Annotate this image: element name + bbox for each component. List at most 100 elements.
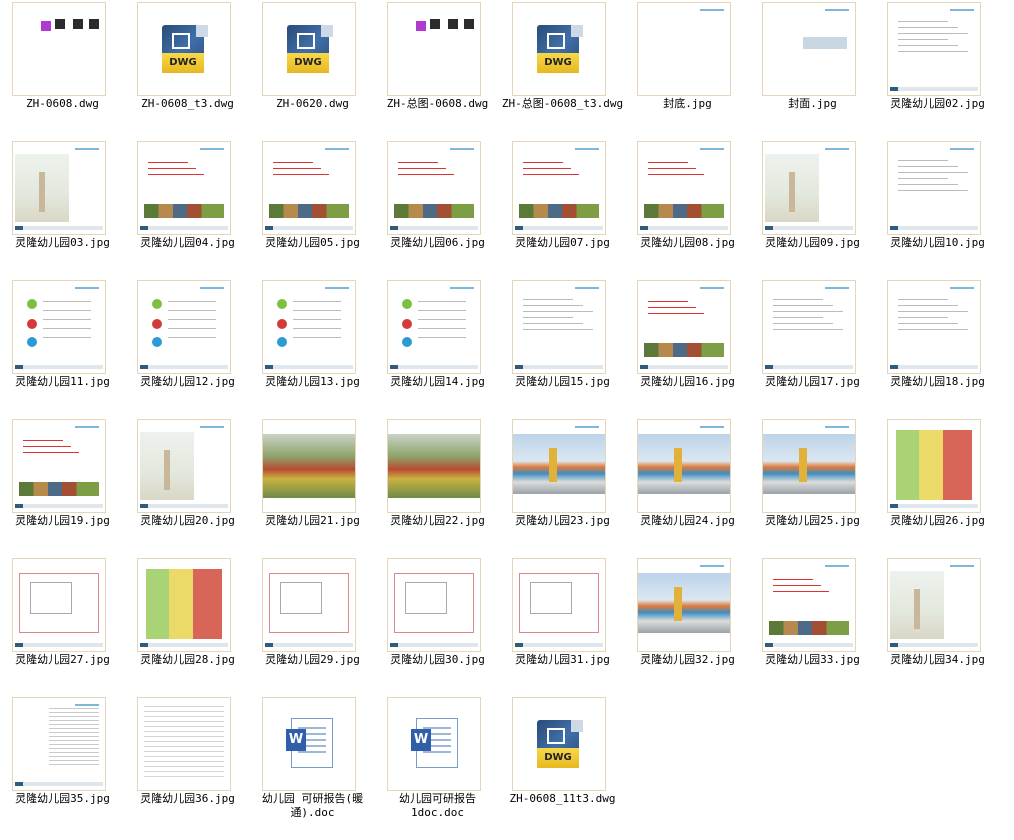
file-item[interactable]: 灵隆幼儿园34.jpg xyxy=(875,556,1000,691)
file-item[interactable]: 灵隆幼儿园24.jpg xyxy=(625,417,750,552)
aerial-render-image xyxy=(263,434,355,498)
thumbnail xyxy=(762,280,856,374)
page-footer-strip xyxy=(890,504,978,508)
file-name-label: ZH-0608.dwg xyxy=(26,97,99,110)
text-line xyxy=(523,305,583,306)
page-footer-strip xyxy=(390,643,478,647)
header-mark xyxy=(75,287,99,289)
word-icon-tag: W xyxy=(411,729,431,751)
file-item[interactable]: DWG ZH-0608_t3.dwg xyxy=(125,0,250,135)
page-footer-strip xyxy=(515,643,603,647)
thumbnail xyxy=(12,2,106,96)
file-item[interactable]: 灵隆幼儿园31.jpg xyxy=(500,556,625,691)
page-footer-strip xyxy=(890,643,978,647)
file-item[interactable]: 灵隆幼儿园25.jpg xyxy=(750,417,875,552)
thumbnail xyxy=(637,419,731,513)
header-mark xyxy=(950,9,974,11)
file-item[interactable]: 灵隆幼儿园32.jpg xyxy=(625,556,750,691)
text-line xyxy=(898,33,968,34)
page-footer-strip xyxy=(640,226,728,230)
file-item[interactable]: 灵隆幼儿园07.jpg xyxy=(500,139,625,274)
file-item[interactable]: 灵隆幼儿园16.jpg xyxy=(625,278,750,413)
file-item[interactable]: 灵隆幼儿园17.jpg xyxy=(750,278,875,413)
file-item[interactable]: 灵隆幼儿园36.jpg xyxy=(125,695,250,830)
file-item[interactable]: W 幼儿园可研报告1doc.doc xyxy=(375,695,500,830)
file-item[interactable]: 灵隆幼儿园26.jpg xyxy=(875,417,1000,552)
thumbnail: DWG xyxy=(137,2,231,96)
text-line xyxy=(523,299,573,300)
file-item[interactable]: 灵隆幼儿园03.jpg xyxy=(0,139,125,274)
file-item[interactable]: 灵隆幼儿园27.jpg xyxy=(0,556,125,691)
dwg-icon-fold xyxy=(196,25,208,37)
file-item[interactable]: 灵隆幼儿园15.jpg xyxy=(500,278,625,413)
file-name-label: 灵隆幼儿园23.jpg xyxy=(515,514,610,527)
file-item[interactable]: 灵隆幼儿园06.jpg xyxy=(375,139,500,274)
page-footer-strip xyxy=(140,504,228,508)
page-footer-strip xyxy=(390,226,478,230)
file-item[interactable]: 灵隆幼儿园02.jpg xyxy=(875,0,1000,135)
thumbnail xyxy=(512,558,606,652)
file-name-label: 灵隆幼儿园05.jpg xyxy=(265,236,360,249)
file-name-label: 灵隆幼儿园15.jpg xyxy=(515,375,610,388)
thumbnail xyxy=(887,280,981,374)
file-name-label: 灵隆幼儿园30.jpg xyxy=(390,653,485,666)
file-item[interactable]: 灵隆幼儿园11.jpg xyxy=(0,278,125,413)
faded-building-image xyxy=(15,154,69,222)
file-item[interactable]: DWG ZH-总图-0608_t3.dwg xyxy=(500,0,625,135)
file-item[interactable]: DWG ZH-0608_11t3.dwg xyxy=(500,695,625,830)
file-name-label: 灵隆幼儿园34.jpg xyxy=(890,653,985,666)
page-footer-strip xyxy=(140,643,228,647)
file-name-label: 灵隆幼儿园13.jpg xyxy=(265,375,360,388)
file-item[interactable]: 封面.jpg xyxy=(750,0,875,135)
file-item[interactable]: 灵隆幼儿园04.jpg xyxy=(125,139,250,274)
file-item[interactable]: 灵隆幼儿园21.jpg xyxy=(250,417,375,552)
file-item[interactable]: 灵隆幼儿园14.jpg xyxy=(375,278,500,413)
file-item[interactable]: 灵隆幼儿园22.jpg xyxy=(375,417,500,552)
file-item[interactable]: 灵隆幼儿园05.jpg xyxy=(250,139,375,274)
text-line xyxy=(773,317,823,318)
thumbnail xyxy=(762,419,856,513)
file-item[interactable]: 灵隆幼儿园08.jpg xyxy=(625,139,750,274)
header-mark xyxy=(825,287,849,289)
file-item[interactable]: 灵隆幼儿园10.jpg xyxy=(875,139,1000,274)
file-item[interactable]: 灵隆幼儿园09.jpg xyxy=(750,139,875,274)
header-mark xyxy=(200,287,224,289)
page-footer-strip xyxy=(265,226,353,230)
file-item[interactable]: 灵隆幼儿园20.jpg xyxy=(125,417,250,552)
file-item[interactable]: 灵隆幼儿园35.jpg xyxy=(0,695,125,830)
page-footer-strip xyxy=(15,504,103,508)
file-item[interactable]: 灵隆幼儿园23.jpg xyxy=(500,417,625,552)
file-item[interactable]: W 幼儿园 可研报告(暖通).doc xyxy=(250,695,375,830)
file-item[interactable]: 灵隆幼儿园29.jpg xyxy=(250,556,375,691)
page-footer-strip xyxy=(15,365,103,369)
file-name-label: 灵隆幼儿园22.jpg xyxy=(390,514,485,527)
thumbnail xyxy=(12,697,106,791)
faded-building-image xyxy=(140,432,194,500)
file-item[interactable]: ZH-0608.dwg xyxy=(0,0,125,135)
word-file-icon: W xyxy=(411,718,458,768)
file-item[interactable]: 灵隆幼儿园12.jpg xyxy=(125,278,250,413)
text-line xyxy=(898,160,948,161)
section-circle xyxy=(27,319,37,329)
file-item[interactable]: 灵隆幼儿园13.jpg xyxy=(250,278,375,413)
page-footer-strip xyxy=(515,226,603,230)
text-line xyxy=(773,299,823,300)
file-item[interactable]: 灵隆幼儿园33.jpg xyxy=(750,556,875,691)
file-item[interactable]: 封底.jpg xyxy=(625,0,750,135)
text-line xyxy=(168,310,216,311)
file-item[interactable]: DWG ZH-0620.dwg xyxy=(250,0,375,135)
file-name-label: 灵隆幼儿园09.jpg xyxy=(765,236,860,249)
thumbnail xyxy=(512,280,606,374)
highlight-text-line xyxy=(648,168,696,169)
file-item[interactable]: 灵隆幼儿园30.jpg xyxy=(375,556,500,691)
highlight-text-line xyxy=(148,174,204,175)
thumbnail xyxy=(887,141,981,235)
highlight-text-line xyxy=(23,452,79,453)
thumbnail: W xyxy=(387,697,481,791)
header-mark xyxy=(575,148,599,150)
file-item[interactable]: ZH-总图-0608.dwg xyxy=(375,0,500,135)
file-item[interactable]: 灵隆幼儿园18.jpg xyxy=(875,278,1000,413)
file-item[interactable]: 灵隆幼儿园19.jpg xyxy=(0,417,125,552)
dwg-file-icon: DWG xyxy=(537,720,583,772)
file-item[interactable]: 灵隆幼儿园28.jpg xyxy=(125,556,250,691)
